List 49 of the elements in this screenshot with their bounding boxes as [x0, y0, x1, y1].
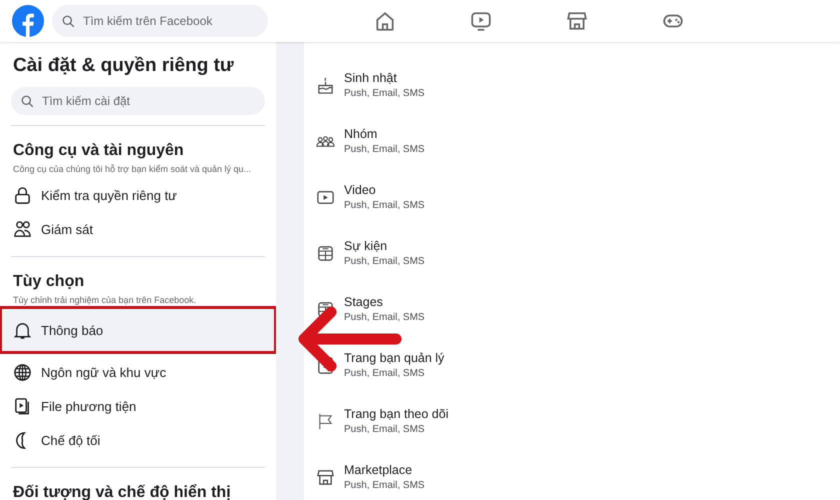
notification-channels: Push, Email, SMS [344, 424, 426, 435]
settings-search-bar[interactable]: Tìm kiếm cài đặt [11, 87, 265, 115]
notification-title: Trang bạn theo dõi [344, 407, 448, 421]
search-icon [21, 94, 34, 108]
notification-channels: Push, Email, SMS [344, 88, 425, 99]
video-icon [316, 188, 335, 207]
section-heading: Tùy chọn [13, 273, 86, 291]
settings-search-field[interactable]: Tìm kiếm cài đặt [40, 93, 214, 109]
section-heading: Công cụ và tài nguyên [13, 142, 185, 160]
settings-title: Cài đặt & quyền riêng tư [13, 55, 235, 77]
store-icon[interactable] [566, 10, 588, 32]
calendar-icon [316, 300, 335, 319]
calendar-icon [316, 244, 335, 263]
bell-icon [13, 320, 32, 340]
notification-channels: Push, Email, SMS [344, 368, 426, 379]
notification-channels: Push, Email, SMS [344, 312, 425, 323]
notification-channels: Push, Email, SMS [344, 480, 425, 491]
video-icon[interactable] [470, 10, 492, 32]
media-file-icon [13, 396, 32, 416]
settings-item[interactable]: Giám sát [11, 212, 265, 246]
flag-icon [316, 412, 335, 431]
settings-item[interactable]: Chế độ tối [11, 423, 265, 457]
people-icon [13, 220, 32, 238]
notification-title: Sinh nhật [344, 71, 398, 85]
settings-item[interactable]: File phương tiện [11, 389, 265, 423]
settings-item[interactable]: Kiểm tra quyền riêng tư [11, 178, 265, 212]
home-icon[interactable] [374, 10, 396, 32]
section-description: Công cụ của chúng tôi hỗ trợ bạn kiểm soát và quản lý qu... [13, 164, 252, 174]
notification-title: Trang bạn quản lý [344, 351, 444, 365]
notification-title: Video [344, 183, 377, 197]
globe-icon [13, 362, 32, 382]
section-description: Tùy chỉnh trải nghiệm của bạn trên Facebook. [13, 295, 198, 305]
notification-channels: Push, Email, SMS [344, 200, 425, 211]
notification-title: Sự kiện [344, 239, 388, 253]
store-icon [316, 468, 335, 487]
facebook-logo[interactable] [12, 5, 44, 37]
notification-title: Stages [344, 295, 384, 309]
notification-title: Marketplace [344, 463, 414, 477]
search-field[interactable]: Tìm kiếm trên Facebook [81, 13, 255, 29]
search-icon [62, 14, 75, 28]
page-icon [316, 356, 335, 375]
cake-icon [316, 76, 335, 95]
settings-item[interactable]: Thông báo [2, 309, 274, 351]
notification-channels: Push, Email, SMS [344, 144, 425, 155]
lock-icon [13, 186, 32, 204]
notification-title: Nhóm [344, 127, 378, 141]
settings-item[interactable]: Ngôn ngữ và khu vực [11, 355, 265, 389]
notification-channels: Push, Email, SMS [344, 256, 425, 267]
search-bar[interactable]: Tìm kiếm trên Facebook [52, 5, 268, 37]
